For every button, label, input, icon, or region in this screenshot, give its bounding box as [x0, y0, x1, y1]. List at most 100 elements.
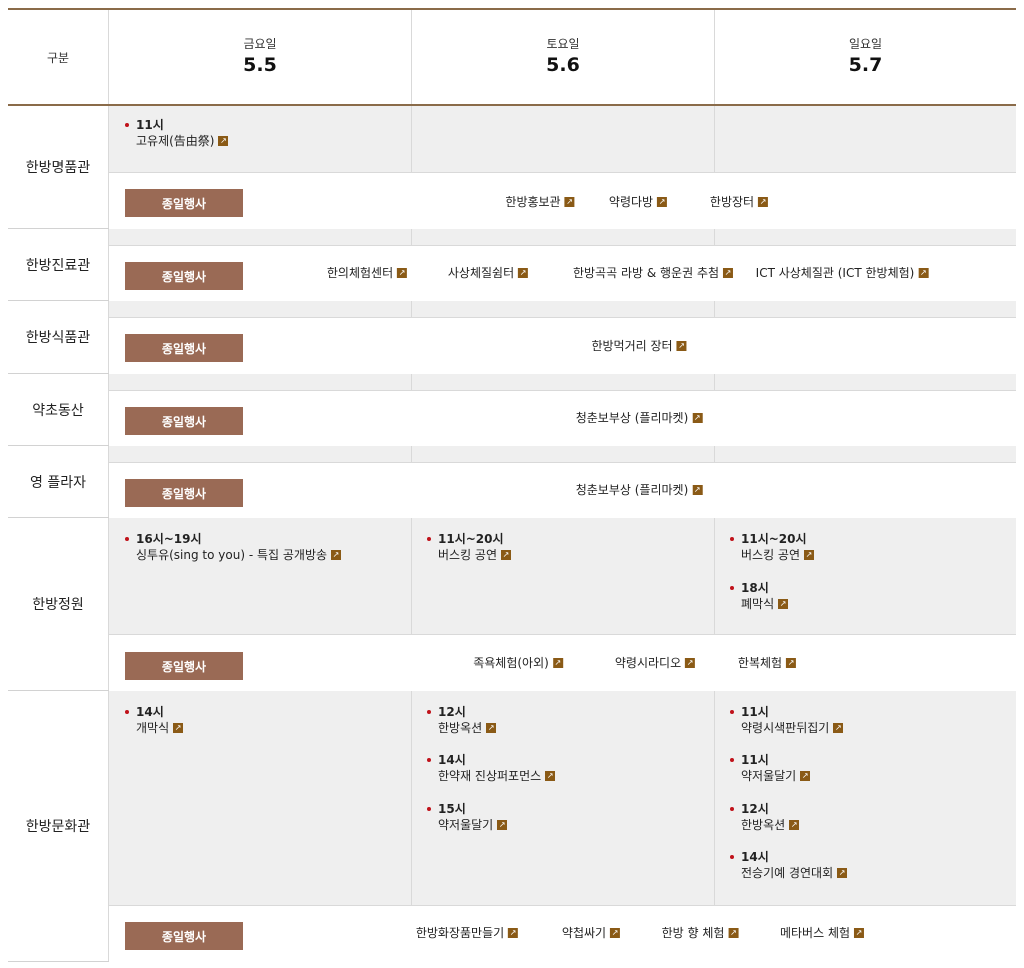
- list-item[interactable]: 12시 한방옥션 ↗: [426, 704, 497, 736]
- list-item[interactable]: 16시~19시 싱투유(sing to you) - 특집 공개방송 ↗: [124, 531, 342, 563]
- external-link-icon[interactable]: ↗: [331, 550, 342, 560]
- external-link-icon[interactable]: ↗: [800, 771, 811, 781]
- allday-item[interactable]: 한방곡곡 라방 & 행운권 추첨 ↗: [573, 264, 734, 281]
- allday-button[interactable]: 종일행사: [125, 922, 243, 950]
- allday-button[interactable]: 종일행사: [125, 407, 243, 435]
- external-link-icon[interactable]: ↗: [789, 820, 800, 830]
- allday-item-label: 약첩싸기: [561, 926, 607, 940]
- event-time: 11시~20시: [426, 531, 511, 547]
- allday-button[interactable]: 종일행사: [125, 189, 243, 217]
- allday-item[interactable]: 약령다방 ↗: [609, 193, 668, 210]
- external-link-icon[interactable]: ↗: [692, 412, 703, 423]
- external-link-icon[interactable]: ↗: [173, 723, 184, 733]
- event-time: 15시: [426, 801, 507, 817]
- event-time: 11시~20시: [729, 531, 814, 547]
- venue-name: 한방명품관: [25, 160, 91, 176]
- external-link-icon[interactable]: ↗: [508, 927, 519, 938]
- allday-item[interactable]: 한방 향 체험 ↗: [662, 924, 739, 941]
- external-link-icon[interactable]: ↗: [786, 657, 797, 668]
- divider: [108, 10, 109, 104]
- list-item[interactable]: 12시 한방옥션 ↗: [729, 801, 800, 833]
- schedule-table: 구분 금요일 5.5 토요일 5.6 일요일 5.7 한방명품관 한방진료관 한…: [8, 0, 1024, 968]
- allday-item-label: 한방 향 체험: [661, 926, 725, 940]
- allday-item[interactable]: 청춘보부상 (플리마켓) ↗: [576, 409, 703, 426]
- list-item[interactable]: 14시 개막식 ↗: [124, 704, 184, 736]
- external-link-icon[interactable]: ↗: [833, 723, 844, 733]
- list-item[interactable]: 11시~20시 버스킹 공연 ↗: [729, 531, 815, 563]
- external-link-icon[interactable]: ↗: [486, 723, 497, 733]
- event-name: 버스킹 공연: [438, 548, 498, 562]
- external-link-icon[interactable]: ↗: [728, 927, 739, 938]
- external-link-icon[interactable]: ↗: [837, 868, 848, 878]
- allday-item-label: 약령시라디오: [614, 656, 682, 670]
- allday-item[interactable]: 약령시라디오 ↗: [614, 654, 696, 671]
- header-day-fri: 금요일 5.5: [109, 10, 411, 104]
- external-link-icon[interactable]: ↗: [778, 599, 789, 609]
- external-link-icon[interactable]: ↗: [723, 267, 734, 278]
- list-item[interactable]: 18시 폐막식 ↗: [729, 580, 789, 612]
- external-link-icon[interactable]: ↗: [497, 820, 508, 830]
- external-link-icon[interactable]: ↗: [218, 136, 229, 146]
- allday-item[interactable]: 한방장터 ↗: [709, 193, 769, 210]
- allday-button[interactable]: 종일행사: [125, 652, 243, 680]
- external-link-icon[interactable]: ↗: [758, 196, 769, 207]
- event-name: 약저울달기: [741, 769, 797, 783]
- allday-item-label: 한방홍보관: [505, 195, 561, 209]
- external-link-icon[interactable]: ↗: [657, 196, 668, 207]
- allday-item-label: 한방장터: [709, 195, 755, 209]
- allday-item-label: 족욕체험(아외): [473, 656, 549, 670]
- external-link-icon[interactable]: ↗: [854, 927, 865, 938]
- allday-item[interactable]: 사상체질쉼터 ↗: [448, 264, 529, 281]
- allday-item[interactable]: 청춘보부상 (플리마켓) ↗: [576, 481, 703, 498]
- event-name: 약령시색판뒤집기: [741, 721, 830, 735]
- list-item[interactable]: 11시 약령시색판뒤집기 ↗: [729, 704, 844, 736]
- external-link-icon[interactable]: ↗: [692, 484, 703, 495]
- event-time: 11시: [729, 704, 843, 720]
- event-time: 12시: [729, 801, 799, 817]
- allday-item[interactable]: 메타버스 체험 ↗: [779, 924, 865, 941]
- allday-item-label: 메타버스 체험: [779, 926, 851, 940]
- venue-name: 한방정원: [32, 597, 84, 613]
- allday-button[interactable]: 종일행사: [125, 262, 243, 290]
- external-link-icon[interactable]: ↗: [564, 196, 575, 207]
- list-item[interactable]: 14시 전승기예 경연대회 ↗: [729, 849, 848, 881]
- allday-item[interactable]: ICT 사상체질관 (ICT 한방체험) ↗: [756, 264, 929, 281]
- list-item[interactable]: 15시 약저울달기 ↗: [426, 801, 508, 833]
- allday-item[interactable]: 한복체험 ↗: [738, 654, 797, 671]
- venue-name: 약초동산: [32, 402, 84, 419]
- allday-button[interactable]: 종일행사: [125, 479, 243, 507]
- allday-item-label: 한의체험센터: [326, 266, 394, 280]
- external-link-icon[interactable]: ↗: [397, 267, 408, 278]
- divider: [714, 10, 715, 104]
- allday-item-label: 한방먹거리 장터: [591, 339, 673, 353]
- event-name: 한방옥션: [741, 818, 786, 832]
- day-name: 일요일: [848, 37, 883, 51]
- external-link-icon[interactable]: ↗: [552, 657, 563, 668]
- day-date: 5.7: [848, 54, 883, 76]
- allday-button[interactable]: 종일행사: [125, 334, 243, 362]
- external-link-icon[interactable]: ↗: [545, 771, 556, 781]
- allday-item[interactable]: 한의체험센터 ↗: [326, 264, 408, 281]
- divider: [411, 10, 412, 104]
- allday-item[interactable]: 한방홍보관 ↗: [505, 193, 575, 210]
- external-link-icon[interactable]: ↗: [501, 550, 512, 560]
- allday-item[interactable]: 한방먹거리 장터 ↗: [591, 337, 687, 354]
- list-item[interactable]: 11시~20시 버스킹 공연 ↗: [426, 531, 512, 563]
- list-item[interactable]: 14시 한약재 진상퍼포먼스 ↗: [426, 752, 556, 784]
- allday-item[interactable]: 약첩싸기 ↗: [561, 924, 621, 941]
- external-link-icon[interactable]: ↗: [918, 267, 929, 278]
- external-link-icon[interactable]: ↗: [685, 657, 696, 668]
- divider: [108, 106, 109, 961]
- list-item[interactable]: 11시 고유제(告由祭) ↗: [124, 117, 229, 149]
- external-link-icon[interactable]: ↗: [676, 340, 687, 351]
- venue-name: 한방진료관: [25, 257, 91, 274]
- allday-item[interactable]: 족욕체험(아외) ↗: [473, 654, 563, 671]
- allday-row: 종일행사 한방먹거리 장터 ↗: [109, 317, 1016, 374]
- external-link-icon[interactable]: ↗: [518, 267, 529, 278]
- event-time: 14시: [729, 849, 847, 865]
- event-time: 11시: [729, 752, 810, 768]
- external-link-icon[interactable]: ↗: [804, 550, 815, 560]
- external-link-icon[interactable]: ↗: [610, 927, 621, 938]
- list-item[interactable]: 11시 약저울달기 ↗: [729, 752, 811, 784]
- allday-item[interactable]: 한방화장품만들기 ↗: [416, 924, 519, 941]
